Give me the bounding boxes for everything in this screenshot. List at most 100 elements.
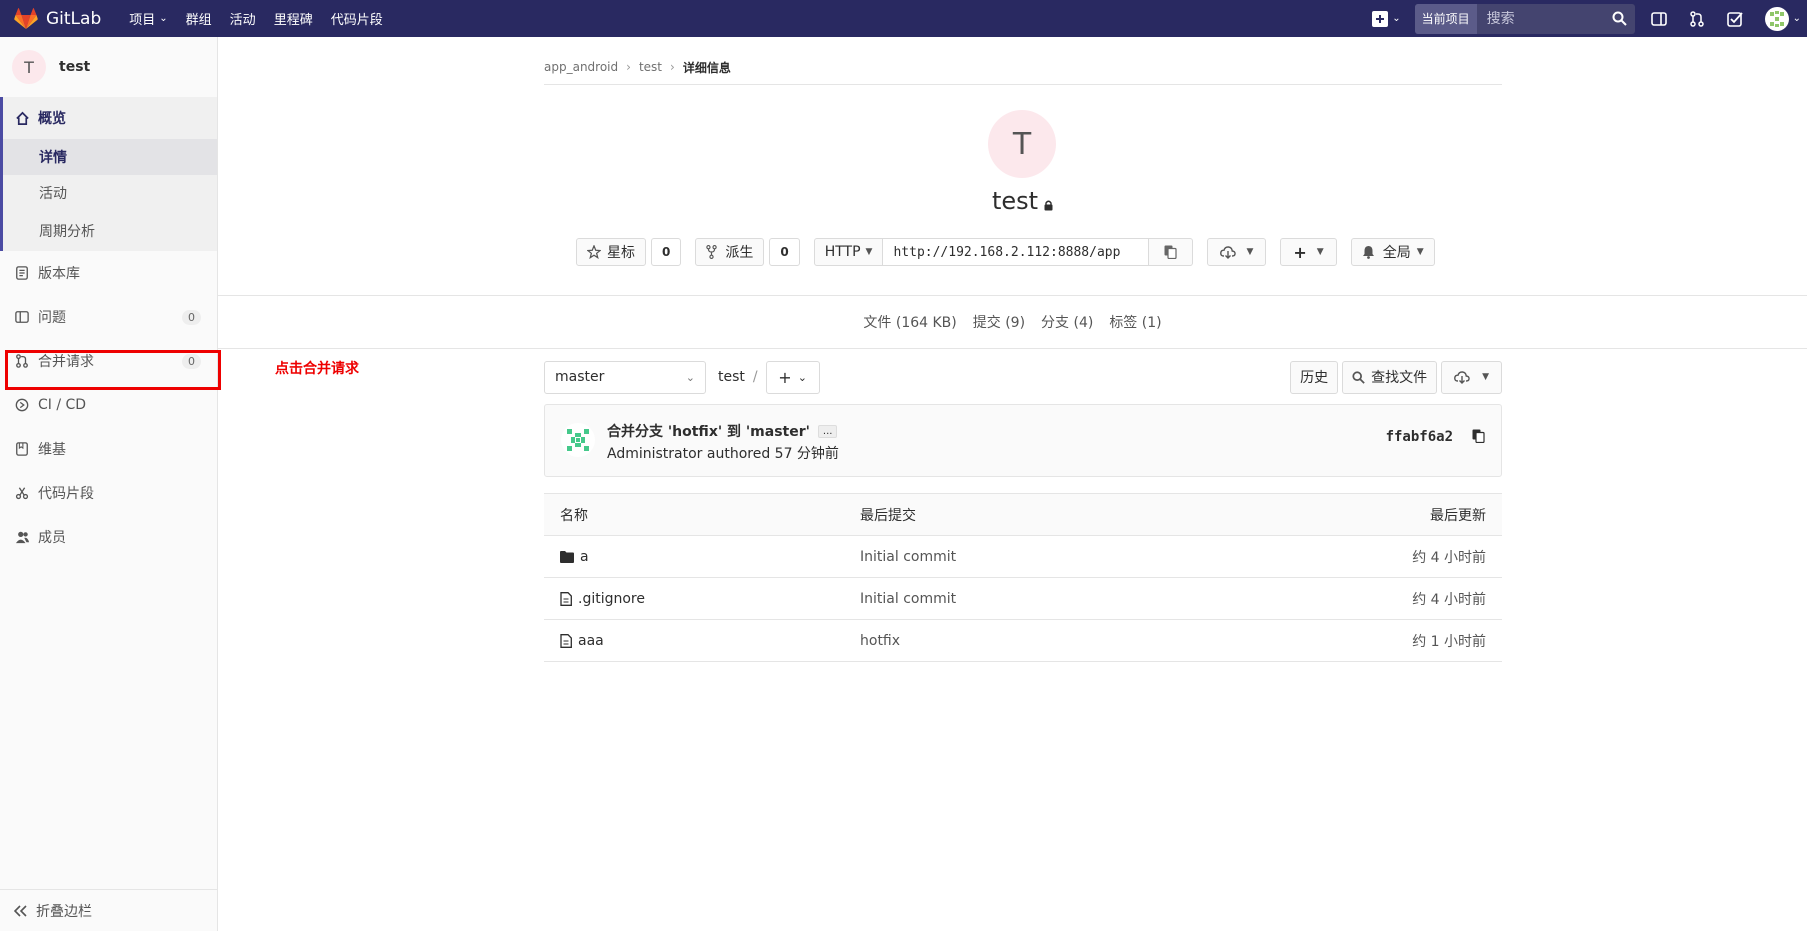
tree-download-dropdown[interactable]: ▼ [1441,360,1502,394]
copy-url-button[interactable] [1149,238,1194,266]
branch-select-value: master [555,369,605,385]
file-name-cell[interactable]: a [560,549,828,565]
issues-icon [14,309,30,325]
breadcrumb-project[interactable]: test [639,60,662,74]
download-dropdown[interactable]: ▼ [1207,238,1267,266]
history-button[interactable]: 历史 [1290,360,1339,394]
table-row[interactable]: aaa hotfix 约 1 小时前 [544,619,1502,662]
clone-url-field[interactable]: http://192.168.2.112:8888/app [883,238,1150,266]
file-last-commit[interactable]: Initial commit [844,577,1205,620]
commit-title: 合并分支 'hotfix' 到 'master' ... [607,421,838,441]
chevron-right-icon: › [626,60,631,74]
sidebar-item-issues[interactable]: 问题 0 [0,295,217,339]
sidebar-project-header[interactable]: T test [0,37,217,97]
breadcrumb-current[interactable]: 详细信息 [683,59,731,76]
file-table: 名称 最后提交 最后更新 a Initial commit 约 4 小时前 .g… [544,493,1502,662]
stat-tags[interactable]: 标签 (1) [1109,312,1161,332]
file-last-commit[interactable]: hotfix [844,619,1205,662]
copy-sha-button[interactable] [1472,429,1485,447]
gitlab-logo[interactable]: GitLab [14,7,101,30]
wiki-icon [14,441,30,457]
sidebar-project-name: test [59,59,91,75]
sidebar-subitem-cycle-analytics[interactable]: 周期分析 [3,211,217,251]
table-row[interactable]: a Initial commit 约 4 小时前 [544,535,1502,578]
avatar[interactable] [561,423,595,457]
table-row[interactable]: .gitignore Initial commit 约 4 小时前 [544,577,1502,620]
cloud-download-icon [1220,245,1237,259]
plus-square-icon [1372,10,1389,27]
stat-commits[interactable]: 提交 (9) [973,312,1025,332]
sidebar-subitem-activity[interactable]: 活动 [3,175,217,211]
file-name-cell[interactable]: .gitignore [560,591,828,607]
sidebar-subitem-details[interactable]: 详情 [3,139,217,175]
repository-icon [14,265,30,281]
stat-branches[interactable]: 分支 (4) [1041,312,1093,332]
bell-icon [1362,245,1375,259]
sidebar-item-members[interactable]: 成员 [0,515,217,559]
file-last-commit[interactable]: Initial commit [844,535,1205,578]
column-header-last-update: 最后更新 [1204,493,1502,536]
caret-down-icon: ▼ [1316,247,1324,257]
search-icon[interactable] [1612,11,1627,26]
fork-count[interactable]: 0 [769,238,800,266]
sidebar-item-label: 代码片段 [38,486,94,502]
sidebar-item-repository[interactable]: 版本库 [0,251,217,295]
star-count[interactable]: 0 [651,238,682,266]
nav-activity[interactable]: 活动 [230,9,256,28]
breadcrumb: app_android › test › 详细信息 [544,50,1502,85]
fork-button[interactable]: 派生 [695,238,765,266]
branch-select[interactable]: master ⌄ [544,360,706,394]
caret-down-icon: ▼ [1246,247,1254,257]
nav-projects[interactable]: 项目 ⌄ [129,9,167,28]
nav-milestones[interactable]: 里程碑 [274,9,313,28]
nav-projects-label: 项目 [129,13,156,28]
file-name: .gitignore [578,590,645,607]
search-input[interactable] [1476,10,1597,27]
column-header-last-commit: 最后提交 [844,493,1205,536]
add-to-tree-dropdown[interactable]: + ⌄ [765,360,820,394]
merge-request-highlight-box [5,350,221,390]
lock-icon [1044,189,1053,217]
commit-sha[interactable]: ffabf6a2 [1386,429,1453,445]
sidebar-item-snippets[interactable]: 代码片段 [0,471,217,515]
nav-snippets[interactable]: 代码片段 [331,9,383,28]
sidebar-item-wiki[interactable]: 维基 [0,427,217,471]
double-chevron-left-icon [14,904,28,917]
commit-title-link[interactable]: 合并分支 'hotfix' 到 'master' [607,421,810,441]
new-item-dropdown[interactable]: ⌄ [1372,10,1401,27]
star-icon [587,245,601,259]
merge-requests-nav-icon[interactable] [1689,10,1705,27]
avatar [1764,6,1789,31]
cloud-download-icon [1454,370,1470,384]
search-scope-badge[interactable]: 当前项目 [1414,3,1477,34]
sidebar-item-overview[interactable]: 概览 [3,97,217,139]
expand-commit-message-button[interactable]: ... [817,424,838,438]
table-header-row: 名称 最后提交 最后更新 [544,493,1502,536]
find-file-button[interactable]: 查找文件 [1342,360,1438,394]
chevron-down-icon: ⌄ [1392,13,1401,24]
tree-path-separator: / [752,369,758,385]
chevron-down-icon: ⌄ [159,13,168,24]
clone-protocol-dropdown[interactable]: HTTP ▼ [813,238,884,266]
issues-count-badge: 0 [182,309,201,325]
add-new-dropdown[interactable]: + ▼ [1280,238,1337,266]
notification-level-label: 全局 [1382,245,1411,261]
nav-groups[interactable]: 群组 [186,9,212,28]
sidebar-item-label: 维基 [38,442,66,458]
notification-dropdown[interactable]: 全局 ▼ [1350,238,1435,266]
user-menu[interactable]: ⌄ [1764,6,1801,31]
commit-meta: Administrator authored 57 分钟前 [607,446,839,462]
ci-cd-icon [14,397,30,413]
stat-files[interactable]: 文件 (164 KB) [863,312,956,332]
folder-icon [560,550,574,563]
tree-controls: master ⌄ test / + ⌄ 历史 查找文件 ▼ [544,360,1502,394]
collapse-sidebar-button[interactable]: 折叠边栏 [0,889,217,931]
todos-icon[interactable] [1726,11,1743,27]
file-last-update: 约 1 小时前 [1204,619,1502,662]
tree-path-root[interactable]: test [718,369,745,385]
star-button[interactable]: 星标 [576,238,646,266]
sidebar-toggle-icon[interactable] [1650,11,1667,27]
breadcrumb-group[interactable]: app_android [544,60,618,74]
project-sidebar: T test 概览 详情 活动 周期分析 版本库 问题 0 合并请求 0 CI … [0,37,218,931]
file-name-cell[interactable]: aaa [560,633,828,649]
